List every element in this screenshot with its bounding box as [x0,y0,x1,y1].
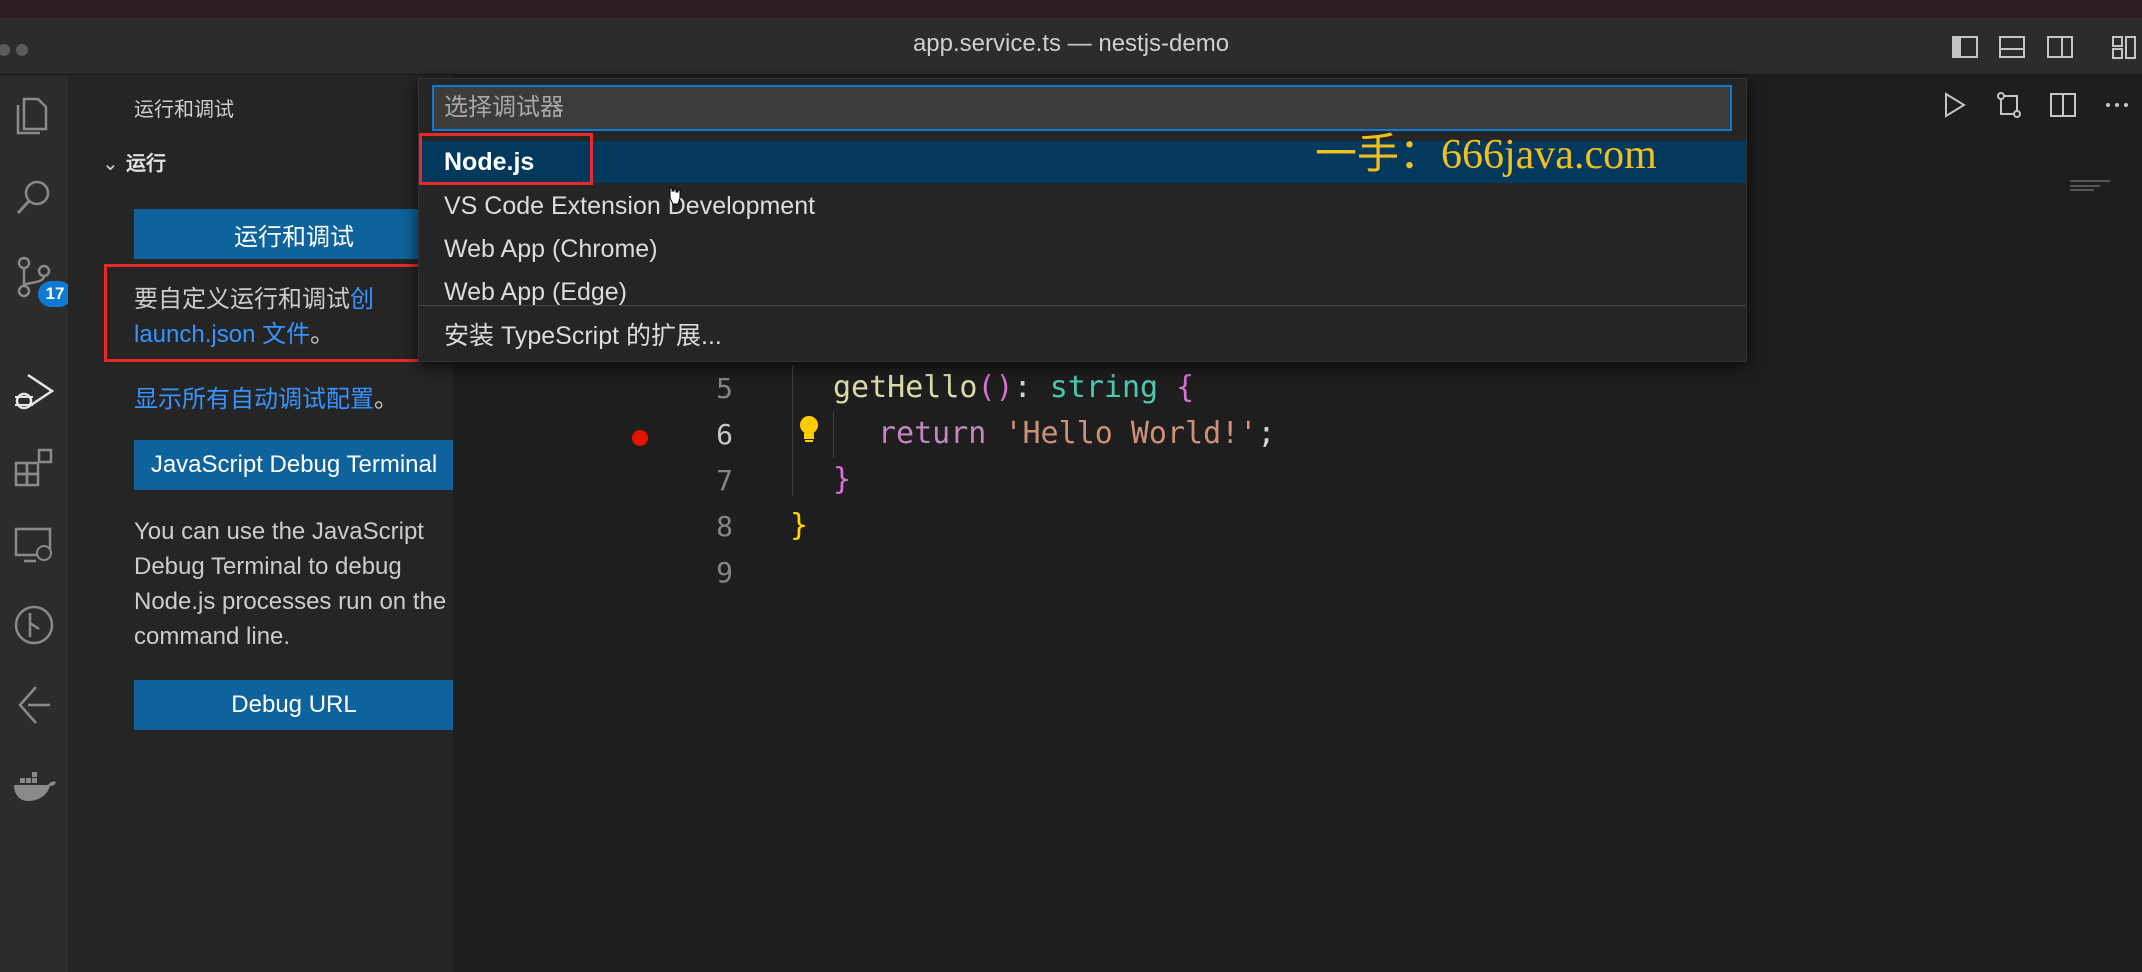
code-token: getHello [833,370,978,405]
search-icon [16,180,50,215]
highlight-box-nodejs [419,133,593,185]
split-editor-icon[interactable] [2047,89,2079,121]
run-debug-sidebar: 运行和调试 ⌄ 运行 运行和调试 要自定义运行和调试创 launch.json 文… [68,75,454,972]
window-title: app.service.ts — nestjs-demo [912,30,1230,57]
activity-bar: 17 [0,75,72,972]
toggle-primary-sidebar-icon[interactable] [1950,32,1980,62]
code-line-5[interactable]: getHello(): string { [833,370,1194,405]
tree-button[interactable] [8,679,60,731]
quick-pick-item-vscode-extension[interactable]: VS Code Extension Development [419,185,1746,227]
sidebar-title: 运行和调试 [134,99,234,121]
quick-pick-item-web-app-edge[interactable]: Web App (Edge) [419,271,1746,313]
highlight-box-launch [104,264,447,362]
extensions-button[interactable] [8,441,60,493]
run-debug-icon [15,373,55,410]
run-and-debug-button[interactable]: 运行和调试 [134,209,454,259]
docker-icon [14,772,56,801]
run-section-header[interactable]: ⌄ 运行 [102,147,166,176]
code-line-8[interactable]: } [790,508,808,543]
show-all-suffix: 。 [374,386,398,413]
line-number-current: 6 [716,418,733,451]
quick-pick-item-install-typescript[interactable]: 安装 TypeScript 的扩展... [419,315,1746,357]
remote-explorer-button[interactable] [8,519,60,571]
code-token: : [1013,370,1050,405]
files-icon [16,97,48,135]
toggle-secondary-sidebar-icon[interactable] [2045,32,2075,62]
line-number: 9 [716,556,733,589]
toggle-panel-icon[interactable] [1997,32,2027,62]
code-line-7[interactable]: } [833,462,851,497]
docker-button[interactable] [8,759,60,811]
lightbulb-icon[interactable] [796,414,822,444]
code-token: { [1158,370,1195,405]
minimap[interactable] [2070,180,2130,192]
js-debug-desc-line: command line. [134,623,291,650]
js-debug-desc-line: Node.js processes run on the [134,588,447,615]
title-bar: app.service.ts — nestjs-demo [0,18,2142,75]
run-debug-button[interactable] [8,365,60,417]
quick-pick-separator [419,305,1746,306]
extensions-icon [14,448,53,487]
line-number: 7 [716,464,733,497]
code-token: 'Hello World!' [1004,416,1258,451]
explorer-button[interactable] [8,89,60,141]
breakpoint-marker[interactable] [632,430,648,446]
customize-layout-icon[interactable] [2110,32,2140,62]
code-line-6[interactable]: return 'Hello World!'; [878,416,1275,451]
js-debug-description: You can use the JavaScript Debug Termina… [134,514,454,654]
git-graph-icon [14,605,54,645]
code-token: string [1049,370,1159,405]
macos-menu-bar [0,0,2142,18]
line-number: 8 [716,510,733,543]
more-actions-icon[interactable] [2101,89,2133,121]
open-changes-icon[interactable] [1993,89,2025,121]
search-button[interactable] [8,171,60,223]
js-debug-desc-line: You can use the JavaScript [134,518,424,545]
quick-pick-item-web-app-chrome[interactable]: Web App (Chrome) [419,228,1746,270]
chevron-down-icon: ⌄ [102,153,119,175]
source-control-button[interactable]: 17 [8,251,72,307]
indent-guide [792,366,793,496]
run-icon[interactable] [1938,89,1970,121]
show-all-text: 显示所有自动调试配置。 [134,382,398,417]
watermark-text: 一手：666java.com [1315,132,1657,178]
code-token: ; [1257,416,1276,451]
source-control-badge: 17 [38,281,72,307]
show-all-configs-link[interactable]: 显示所有自动调试配置 [134,386,374,413]
tree-icon [18,686,50,724]
run-section-label: 运行 [126,153,166,175]
mouse-pointer-icon [669,187,681,205]
indent-guide [833,412,834,458]
js-debug-desc-line: Debug Terminal to debug [134,553,402,580]
line-number: 5 [716,372,733,405]
js-debug-terminal-button[interactable]: JavaScript Debug Terminal [134,440,454,490]
remote-explorer-icon [14,527,52,563]
debug-url-button[interactable]: Debug URL [134,680,454,730]
code-token: return [878,416,987,451]
git-graph-button[interactable] [8,599,60,651]
code-token: () [977,370,1014,405]
